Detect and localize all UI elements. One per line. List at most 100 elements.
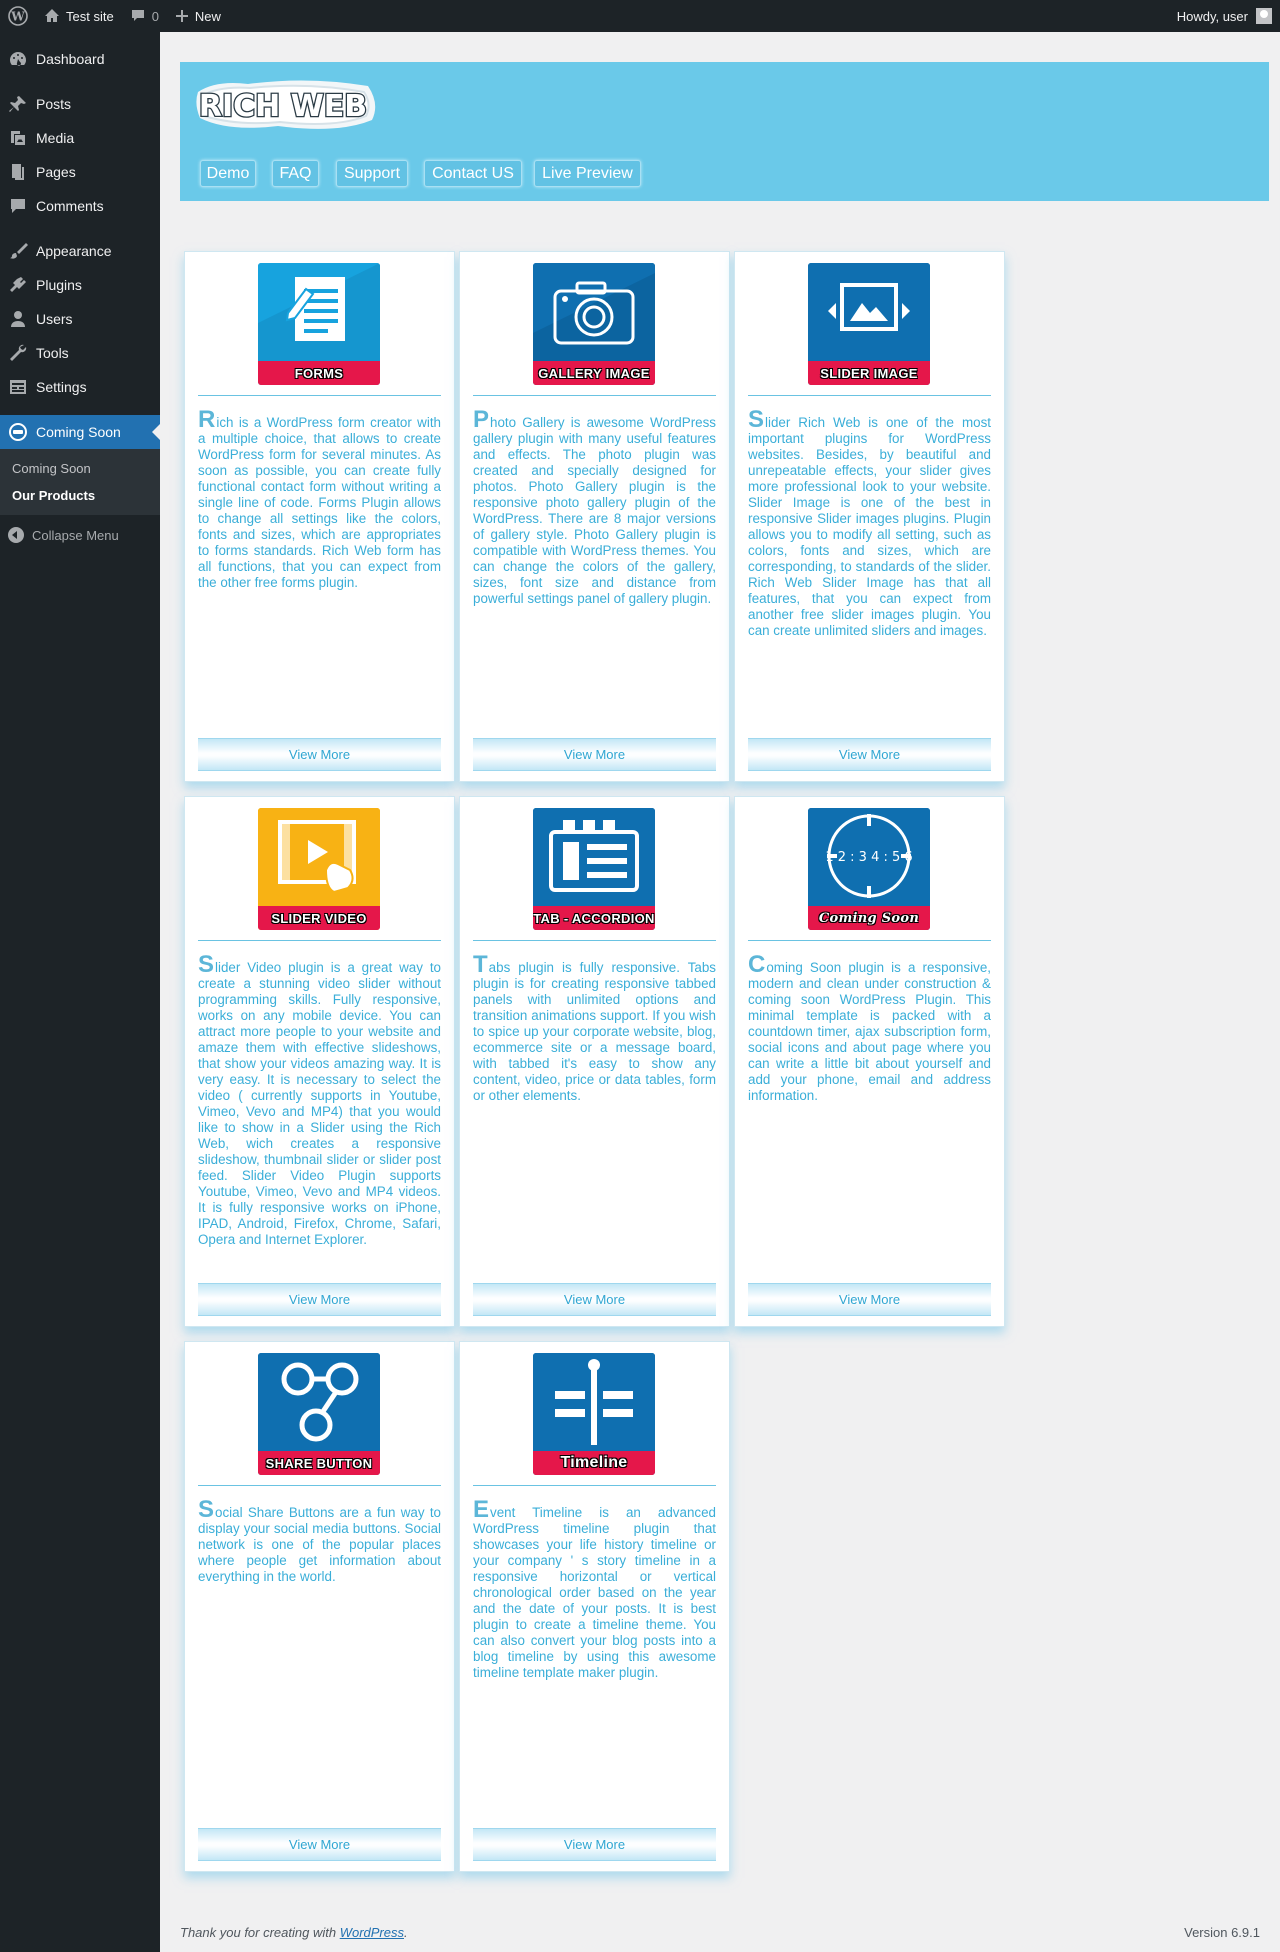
site-name: Test site [66,8,114,24]
sidebar-item-tools[interactable]: Tools [0,336,160,370]
description-text: ocial Share Buttons are a fun way to dis… [198,1505,441,1584]
sidebar-item-settings[interactable]: Settings [0,370,160,404]
sidebar-item-pages[interactable]: Pages [0,155,160,189]
sidebar-item-comments[interactable]: Comments [0,189,160,223]
plus-icon [175,10,188,22]
sidebar-label: Appearance [36,243,112,259]
view-more-button[interactable]: View More [198,1828,441,1861]
view-more-button[interactable]: View More [198,738,441,771]
drop-cap: S [748,406,765,433]
product-card-gallery: GALLERY IMAGE Photo Gallery is awesome W… [459,251,730,782]
product-description: Photo Gallery is awesome WordPress galle… [473,408,716,607]
nav-contact-button[interactable]: Contact US [424,160,522,187]
settings-icon [10,380,26,394]
divider [473,1485,716,1486]
share-icon: SHARE BUTTON [258,1353,380,1475]
wordpress-link[interactable]: WordPress [340,1925,404,1940]
sidebar-item-coming-soon[interactable]: Coming Soon [0,415,160,449]
nav-faq-button[interactable]: FAQ [272,160,319,187]
home-icon [45,9,59,22]
drop-cap: P [473,406,490,433]
comment-bubble-icon [131,10,144,21]
new-content-link[interactable]: New [167,0,229,32]
divider [198,395,441,396]
product-description: Tabs plugin is fully responsive. Tabs pl… [473,953,716,1104]
product-ribbon: SHARE BUTTON [258,1451,380,1475]
product-card-timeline: Timeline Event Timeline is an advanced W… [459,1341,730,1872]
wordpress-icon: W [8,6,28,26]
divider [748,940,991,941]
submenu-item-our-products[interactable]: Our Products [0,482,160,509]
product-ribbon: SLIDER IMAGE [808,361,930,385]
sidebar-label: Plugins [36,277,82,293]
product-description: Rich is a WordPress form creator with a … [198,408,441,591]
logo-text: RICH WEB [199,89,367,124]
submenu-item-coming-soon[interactable]: Coming Soon [0,455,160,482]
sidebar-label: Tools [36,345,69,361]
view-more-button[interactable]: View More [748,1283,991,1316]
view-more-button[interactable]: View More [473,1828,716,1861]
product-ribbon: GALLERY IMAGE [533,361,655,385]
drop-cap: C [748,951,766,978]
product-description: Coming Soon plugin is a responsive, mode… [748,953,991,1104]
product-description: Slider Rich Web is one of the most impor… [748,408,991,639]
forms-icon: FORMS [258,263,380,385]
description-text: hoto Gallery is awesome WordPress galler… [473,415,716,606]
sidebar-label: Dashboard [36,51,105,67]
product-card-forms: FORMS Rich is a WordPress form creator w… [184,251,455,782]
new-label: New [194,8,221,24]
sidebar-item-posts[interactable]: Posts [0,87,160,121]
drop-cap: E [473,1496,490,1523]
view-more-button[interactable]: View More [473,1283,716,1316]
dashboard-icon [10,52,26,66]
wordpress-logo-button[interactable]: W [0,0,36,32]
divider [198,1485,441,1486]
divider [473,940,716,941]
comments-count: 0 [151,8,159,24]
drop-cap: S [198,1496,215,1523]
sidebar-item-appearance[interactable]: Appearance [0,234,160,268]
sidebar-label: Posts [36,96,72,112]
collapse-label: Collapse Menu [32,527,119,543]
view-more-button[interactable]: View More [473,738,716,771]
wrench-icon [10,344,27,361]
drop-cap: T [473,951,488,978]
sidebar-item-dashboard[interactable]: Dashboard [0,42,160,76]
footer-version: Version 6.9.1 [1184,1925,1260,1940]
sidebar-label: Coming Soon [36,424,121,440]
comments-link[interactable]: 0 [122,0,167,32]
sidebar-label: Settings [36,379,87,395]
my-account-link[interactable]: Howdy, user [1177,0,1272,32]
product-ribbon: Timeline [533,1451,655,1475]
rich-web-banner: RICH WEB Demo FAQ Support Contact US Liv… [180,62,1269,201]
product-description: Social Share Buttons are a fun way to di… [198,1498,441,1585]
comments-icon [11,199,25,213]
camera-icon: GALLERY IMAGE [533,263,655,385]
footer-thanks: Thank you for creating with WordPress. [180,1925,408,1940]
product-card-slider-video: SLIDER VIDEO Slider Video plugin is a gr… [184,796,455,1327]
coming-soon-submenu: Coming Soon Our Products [0,449,160,515]
countdown-text: 1 2 : 3 4 : 5 6 [825,850,912,865]
divider [473,395,716,396]
site-name-link[interactable]: Test site [36,0,122,32]
nav-demo-button[interactable]: Demo [200,160,256,187]
sidebar-item-media[interactable]: Media [0,121,160,155]
collapse-arrow-icon [8,527,24,543]
view-more-button[interactable]: View More [748,738,991,771]
footer-thanks-prefix: Thank you for creating with [180,1925,340,1940]
product-description: Event Timeline is an advanced WordPress … [473,1498,716,1681]
sidebar-label: Comments [36,198,104,214]
description-text: lider Video plugin is a great way to cre… [198,960,441,1247]
collapse-menu-button[interactable]: Collapse Menu [0,519,160,551]
sidebar-label: Pages [36,164,76,180]
nav-live-preview-button[interactable]: Live Preview [534,160,641,187]
nav-support-button[interactable]: Support [336,160,408,187]
sidebar-item-plugins[interactable]: Plugins [0,268,160,302]
sidebar-item-users[interactable]: Users [0,302,160,336]
view-more-button[interactable]: View More [198,1283,441,1316]
avatar [1256,8,1272,24]
product-card-tabs: TAB - ACCORDION Tabs plugin is fully res… [459,796,730,1327]
sidebar-label: Users [36,311,73,327]
pin-icon [9,96,26,112]
footer-thanks-suffix: . [404,1925,408,1940]
